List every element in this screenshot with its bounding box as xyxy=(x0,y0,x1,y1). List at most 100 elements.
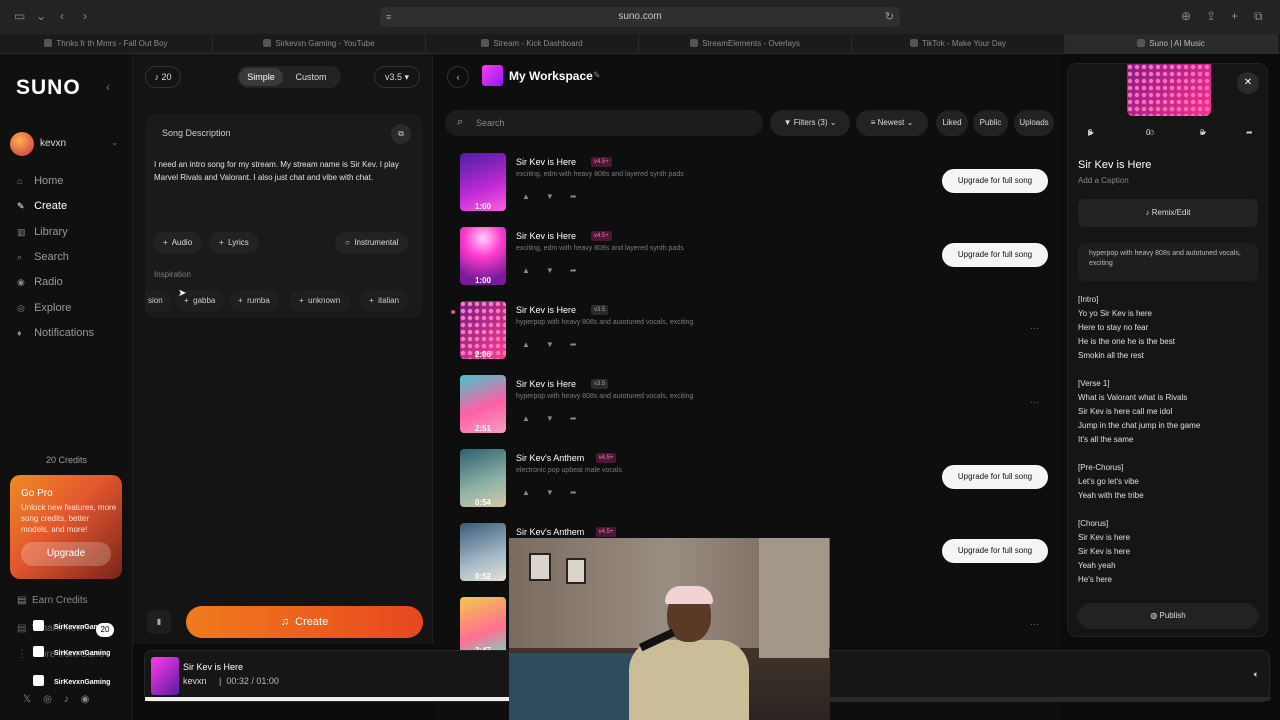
browser-tab[interactable]: TikTok - Make Your Day xyxy=(852,34,1065,54)
song-row[interactable]: 0:54 Sir Kev's Anthem v4.5+ electronic pop … xyxy=(460,449,1060,511)
player-song-title[interactable]: Sir Kev is Here xyxy=(183,662,243,672)
browser-tab[interactable]: Stream - Kick Dashboard xyxy=(426,34,639,54)
more-options-icon[interactable]: ··· xyxy=(1030,619,1039,629)
upgrade-full-song-button[interactable]: Upgrade for full song xyxy=(942,465,1048,489)
address-bar[interactable]: ≡ suno.com ↻ xyxy=(380,7,900,27)
song-title[interactable]: Sir Kev is Here xyxy=(516,157,576,167)
thumbs-down-icon[interactable]: ▼ xyxy=(546,340,570,349)
publish-button[interactable]: ◍ Publish xyxy=(1078,603,1258,629)
player-thumbnail[interactable] xyxy=(151,657,179,695)
inspiration-tag[interactable]: + italian xyxy=(360,290,409,312)
user-menu[interactable]: kevxn ⌄ xyxy=(10,132,122,156)
sidebar-item-library[interactable]: ▥ Library xyxy=(17,226,127,244)
song-row[interactable]: 1:00 Sir Kev is Here v4.5+ exciting, edm wi… xyxy=(460,227,1060,289)
shuffle-prompt-icon[interactable]: ⧉ xyxy=(391,124,411,144)
sidebar-item-notifications[interactable]: ♦ Notifications xyxy=(17,327,127,345)
close-icon[interactable]: ✕ xyxy=(1237,72,1259,94)
share-icon[interactable]: ➦ xyxy=(570,414,593,423)
song-title[interactable]: Sir Kev is Here xyxy=(516,379,576,389)
mode-simple-button[interactable]: Simple xyxy=(239,68,283,86)
share-icon[interactable]: ➦ xyxy=(570,192,593,201)
filters-button[interactable]: ▼ Filters (3) ⌄ xyxy=(770,110,850,136)
share-icon[interactable]: ➦ xyxy=(570,340,593,349)
remix-edit-button[interactable]: ♪ Remix/Edit xyxy=(1078,199,1258,227)
share-icon[interactable]: ➦ xyxy=(1246,128,1253,137)
song-title[interactable]: Sir Kev is Here xyxy=(516,305,576,315)
thumbs-down-icon[interactable]: ▼ xyxy=(546,266,570,275)
song-row[interactable]: 2:51 Sir Kev is Here v3.5 hyperpop with hea… xyxy=(460,375,1060,437)
song-title[interactable]: Sir Kev's Anthem xyxy=(516,453,584,463)
sidebar-item-explore[interactable]: ◎ Explore xyxy=(17,302,127,320)
inspiration-tag[interactable]: sion xyxy=(145,290,172,312)
thumbs-up-icon[interactable]: ▲ xyxy=(522,340,546,349)
version-select[interactable]: v3.5 ▾ xyxy=(374,66,420,88)
song-description-input[interactable]: I need an intro song for my stream. My s… xyxy=(154,158,416,184)
reload-icon[interactable]: ↻ xyxy=(885,7,894,27)
add-lyrics-button[interactable]: + Lyrics xyxy=(209,232,259,254)
page-settings-icon[interactable]: ≡ xyxy=(386,7,391,27)
thumbs-up-icon[interactable]: ▲ xyxy=(522,192,546,201)
sidebar-item-create[interactable]: ✎ Create xyxy=(17,200,127,218)
browser-tab[interactable]: Suno | AI Music xyxy=(1065,34,1278,54)
upgrade-full-song-button[interactable]: Upgrade for full song xyxy=(942,539,1048,563)
browser-tab[interactable]: StreamElements - Overlays xyxy=(639,34,852,54)
sidebar-toggle-icon[interactable]: ▭ xyxy=(14,9,25,23)
sidebar-item-home[interactable]: ⌂ Home xyxy=(17,175,127,193)
share-icon[interactable]: ➦ xyxy=(570,266,593,275)
search-input[interactable]: ⌕ Search xyxy=(445,110,763,136)
trash-icon[interactable]: ▮ xyxy=(147,610,171,634)
song-row[interactable]: 2:06 Sir Kev is Here v3.5 hyperpop with hea… xyxy=(460,301,1060,363)
sidebar-item-radio[interactable]: ◉ Radio xyxy=(17,276,127,294)
browser-tab[interactable]: Thnks fr th Mmrs - Fall Out Boy xyxy=(0,34,213,54)
song-row[interactable]: 1:00 Sir Kev is Here v4.5+ exciting, edm wi… xyxy=(460,153,1060,215)
player-artist[interactable]: kevxn xyxy=(183,676,207,686)
liked-filter-button[interactable]: Liked xyxy=(936,110,968,136)
forward-icon[interactable]: › xyxy=(83,9,87,23)
back-icon[interactable]: ‹ xyxy=(60,9,64,23)
earn-credits-link[interactable]: ▤ Earn Credits xyxy=(17,595,88,606)
upgrade-full-song-button[interactable]: Upgrade for full song xyxy=(942,169,1048,193)
more-options-icon[interactable]: ··· xyxy=(1030,397,1039,407)
x-icon[interactable]: 𝕏 xyxy=(23,694,43,705)
song-title[interactable]: Sir Kev's Anthem xyxy=(516,527,584,537)
sort-button[interactable]: ≡ Newest ⌄ xyxy=(856,110,928,136)
social-links: 𝕏◎♪◉ xyxy=(23,694,102,705)
sidebar-item-search[interactable]: ⌕ Search xyxy=(17,251,127,269)
thumbs-up-icon[interactable]: ▲ xyxy=(522,266,546,275)
inspiration-tag[interactable]: + unknown xyxy=(290,290,350,312)
share-icon[interactable]: ➦ xyxy=(570,488,593,497)
create-button[interactable]: ♫ Create xyxy=(186,606,423,638)
mode-custom-button[interactable]: Custom xyxy=(289,68,333,86)
volume-icon[interactable]: 🔈︎ xyxy=(1254,669,1259,680)
song-title[interactable]: Sir Kev is Here xyxy=(516,231,576,241)
tiktok-icon[interactable]: ♪ xyxy=(64,694,81,705)
upgrade-full-song-button[interactable]: Upgrade for full song xyxy=(942,243,1048,267)
suno-logo[interactable]: SUNO xyxy=(16,76,81,100)
instagram-icon[interactable]: ◎ xyxy=(43,694,64,705)
collapse-sidebar-icon[interactable]: ‹ xyxy=(106,80,110,94)
tab-overview-icon[interactable]: ⧉ xyxy=(1254,9,1263,24)
instrumental-toggle[interactable]: ○ Instrumental xyxy=(335,232,409,254)
thumbs-up-icon[interactable]: ▲ xyxy=(522,488,546,497)
thumbs-down-icon[interactable]: ▼ xyxy=(546,488,570,497)
download-icon[interactable]: ⊕ xyxy=(1181,9,1191,23)
inspiration-tag[interactable]: + rumba xyxy=(229,290,279,312)
thumbs-down-icon[interactable]: ▼ xyxy=(546,192,570,201)
edit-pencil-icon[interactable]: ✎ xyxy=(593,70,601,81)
discord-icon[interactable]: ◉ xyxy=(81,694,102,705)
back-button[interactable]: ‹ xyxy=(447,66,469,88)
thumbs-up-icon[interactable]: ▲ xyxy=(522,414,546,423)
chevron-down-icon[interactable]: ⌄ xyxy=(36,9,46,23)
new-tab-icon[interactable]: + xyxy=(1231,9,1238,23)
add-audio-button[interactable]: + Audio xyxy=(153,232,203,254)
library-icon: ▥ xyxy=(17,226,26,237)
add-caption-input[interactable]: Add a Caption xyxy=(1078,176,1129,185)
share-icon[interactable]: ⇪ xyxy=(1206,9,1216,23)
credits-button[interactable]: ♪ 20 xyxy=(145,66,181,88)
upgrade-button[interactable]: Upgrade xyxy=(21,542,111,566)
more-options-icon[interactable]: ··· xyxy=(1030,323,1039,333)
public-filter-button[interactable]: Public xyxy=(973,110,1008,136)
thumbs-down-icon[interactable]: ▼ xyxy=(546,414,570,423)
browser-tab[interactable]: Sirkevxn Gaming - YouTube xyxy=(213,34,426,54)
uploads-filter-button[interactable]: Uploads xyxy=(1014,110,1054,136)
